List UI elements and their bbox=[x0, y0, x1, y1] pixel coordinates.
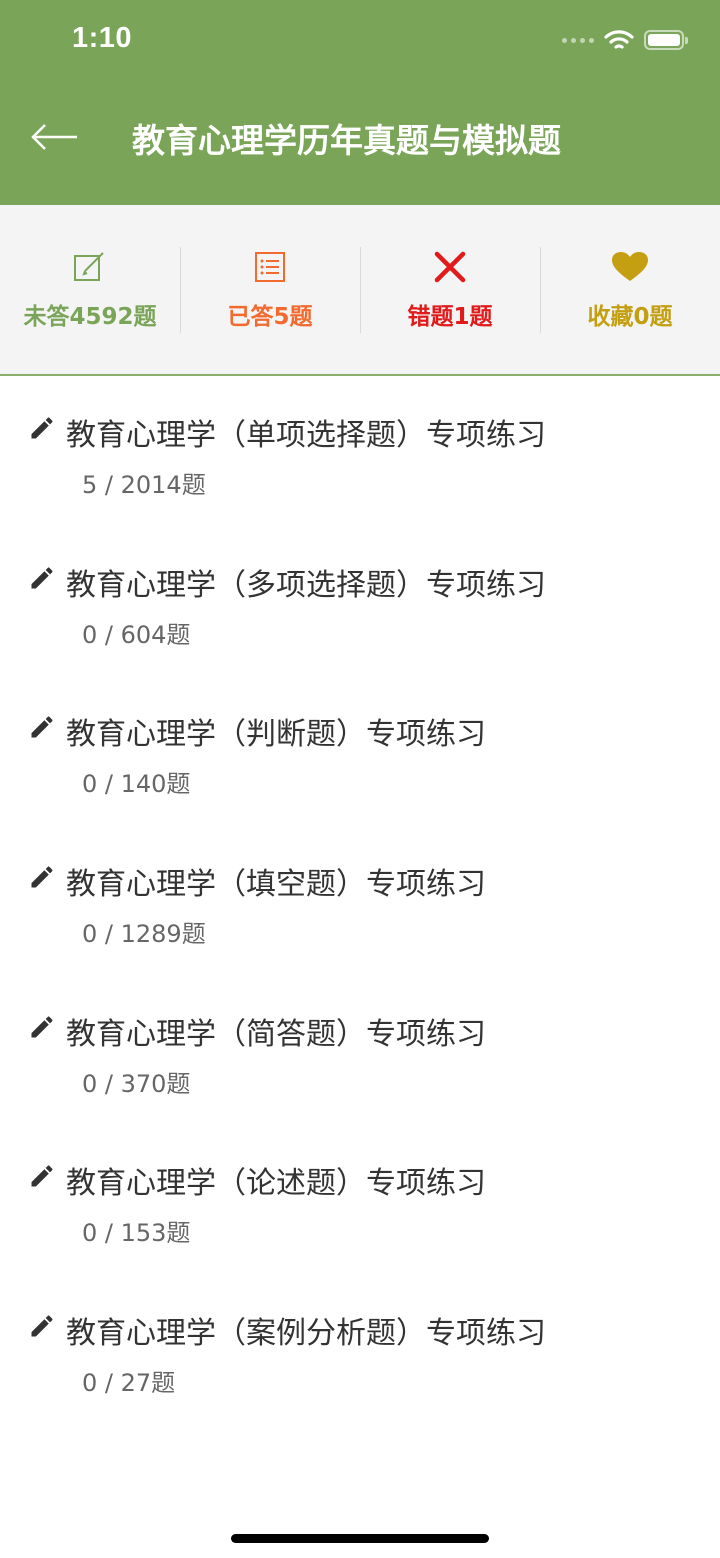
signal-icon bbox=[562, 37, 594, 43]
list-item[interactable]: 教育心理学（单项选择题）专项练习 5 / 2014题 bbox=[0, 378, 720, 528]
back-button[interactable] bbox=[26, 112, 82, 162]
item-count: 0 / 153题 bbox=[82, 1219, 191, 1248]
stat-answered[interactable]: 已答5题 bbox=[180, 205, 360, 374]
pencil-icon bbox=[31, 567, 53, 589]
list-item[interactable]: 教育心理学（填空题）专项练习 0 / 1289题 bbox=[0, 827, 720, 977]
item-title: 教育心理学（多项选择题）专项练习 bbox=[66, 567, 546, 603]
list-item[interactable]: 教育心理学（案例分析题）专项练习 0 / 27题 bbox=[0, 1276, 720, 1426]
heart-icon bbox=[611, 247, 649, 287]
item-count: 0 / 140题 bbox=[82, 770, 191, 799]
list-item[interactable]: 教育心理学（论述题）专项练习 0 / 153题 bbox=[0, 1126, 720, 1276]
back-arrow-icon bbox=[31, 124, 77, 150]
pencil-icon bbox=[31, 866, 53, 888]
pencil-icon bbox=[31, 716, 53, 738]
battery-icon bbox=[644, 30, 688, 50]
item-count: 5 / 2014题 bbox=[82, 471, 206, 499]
list-item[interactable]: 教育心理学（多项选择题）专项练习 0 / 604题 bbox=[0, 528, 720, 678]
pencil-icon bbox=[31, 417, 53, 439]
item-count: 0 / 604题 bbox=[82, 620, 191, 649]
app-header: 1:10 教育心理学历年真题与模拟题 bbox=[0, 0, 720, 205]
status-icons bbox=[562, 26, 688, 54]
stat-label: 已答5题 bbox=[227, 304, 313, 330]
stat-favorites[interactable]: 收藏0题 bbox=[540, 205, 720, 374]
pencil-icon bbox=[31, 1016, 53, 1038]
pencil-icon bbox=[31, 1315, 53, 1337]
item-title: 教育心理学（填空题）专项练习 bbox=[66, 867, 486, 903]
list-icon bbox=[254, 247, 286, 287]
pencil-icon bbox=[31, 1165, 53, 1187]
edit-icon bbox=[73, 247, 107, 287]
stat-label: 收藏0题 bbox=[587, 304, 673, 330]
page-title: 教育心理学历年真题与模拟题 bbox=[132, 121, 561, 160]
wifi-icon bbox=[604, 30, 634, 49]
stat-wrong[interactable]: 错题1题 bbox=[360, 205, 540, 374]
list-item[interactable]: 教育心理学（判断题）专项练习 0 / 140题 bbox=[0, 677, 720, 827]
stats-bar: 未答4592题 已答5题 错题1题 收藏0题 bbox=[0, 205, 720, 376]
item-title: 教育心理学（论述题）专项练习 bbox=[66, 1166, 486, 1202]
item-title: 教育心理学（判断题）专项练习 bbox=[66, 717, 486, 753]
practice-list: 教育心理学（单项选择题）专项练习 5 / 2014题 教育心理学（多项选择题）专… bbox=[0, 378, 720, 1426]
item-title: 教育心理学（单项选择题）专项练习 bbox=[66, 418, 546, 453]
stat-label: 错题1题 bbox=[407, 304, 493, 330]
item-title: 教育心理学（简答题）专项练习 bbox=[66, 1016, 486, 1052]
home-indicator[interactable] bbox=[231, 1534, 489, 1543]
item-count: 0 / 370题 bbox=[82, 1069, 191, 1098]
item-count: 0 / 27题 bbox=[82, 1369, 176, 1398]
list-item[interactable]: 教育心理学（简答题）专项练习 0 / 370题 bbox=[0, 977, 720, 1127]
stat-label: 未答4592题 bbox=[23, 304, 157, 330]
item-title: 教育心理学（案例分析题）专项练习 bbox=[66, 1316, 546, 1352]
item-count: 0 / 1289题 bbox=[82, 920, 206, 949]
status-time: 1:10 bbox=[72, 22, 133, 54]
close-icon bbox=[433, 247, 467, 287]
stat-unanswered[interactable]: 未答4592题 bbox=[0, 205, 180, 374]
